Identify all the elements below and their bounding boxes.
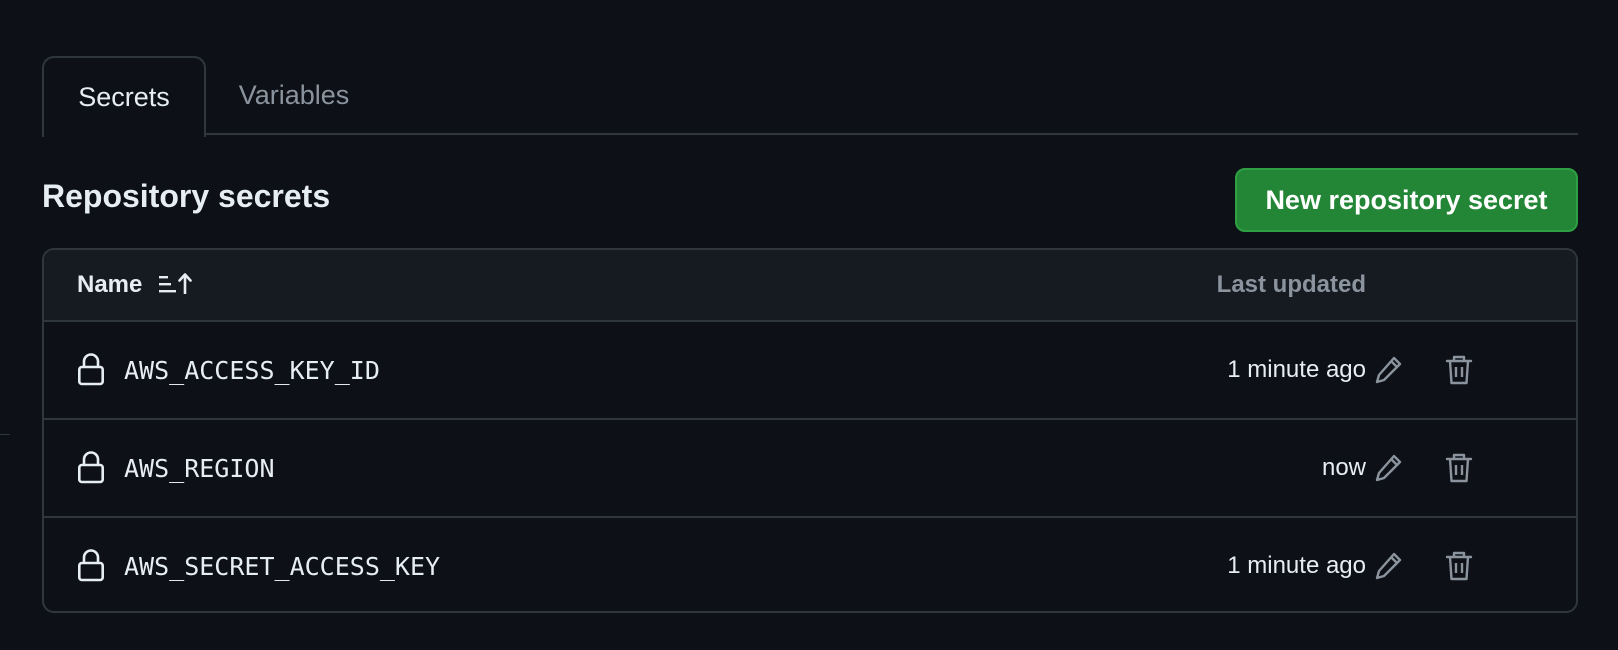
page-title: Repository secrets	[42, 178, 331, 214]
delete-secret-button[interactable]	[1437, 348, 1481, 392]
name-header-label: Name	[77, 271, 143, 298]
edge-divider	[0, 434, 10, 435]
trash-icon	[1445, 355, 1473, 385]
secret-name: AWS_ACCESS_KEY_ID	[124, 355, 380, 385]
pencil-icon	[1375, 356, 1402, 384]
name-column-header: Name	[77, 250, 193, 320]
trash-icon	[1445, 551, 1473, 581]
lock-icon	[77, 549, 104, 582]
tab-secrets[interactable]: Secrets	[42, 56, 206, 137]
secrets-settings-page: Secrets Variables Repository secrets New…	[0, 0, 1618, 650]
table-row: AWS_SECRET_ACCESS_KEY 1 minute ago	[44, 518, 1576, 611]
table-row: AWS_REGION now	[44, 420, 1576, 518]
lock-icon	[77, 451, 104, 484]
last-updated-value: now	[1321, 454, 1366, 481]
pencil-icon	[1375, 454, 1402, 482]
secret-name: AWS_SECRET_ACCESS_KEY	[124, 551, 441, 581]
last-updated-value: 1 minute ago	[1227, 552, 1366, 579]
secret-name: AWS_REGION	[124, 453, 275, 483]
table-header: Name Last updated	[44, 250, 1576, 322]
edit-secret-button[interactable]	[1367, 544, 1411, 588]
tab-variables[interactable]: Variables	[206, 56, 382, 135]
last-updated-column-header: Last updated	[1216, 271, 1366, 298]
tabs-bar: Secrets Variables	[42, 56, 1578, 137]
edit-secret-button[interactable]	[1367, 348, 1411, 392]
delete-secret-button[interactable]	[1437, 544, 1481, 588]
new-repository-secret-button[interactable]: New repository secret	[1235, 168, 1578, 232]
table-row: AWS_ACCESS_KEY_ID 1 minute ago	[44, 322, 1576, 420]
sort-ascending-icon[interactable]	[158, 272, 193, 298]
secrets-table: Name Last updated AWS_ACCESS_KEY_ID 1 mi…	[42, 248, 1578, 613]
last-updated-value: 1 minute ago	[1227, 356, 1366, 383]
trash-icon	[1445, 453, 1473, 483]
pencil-icon	[1375, 552, 1402, 580]
lock-icon	[77, 353, 104, 386]
edit-secret-button[interactable]	[1367, 446, 1411, 490]
delete-secret-button[interactable]	[1437, 446, 1481, 490]
